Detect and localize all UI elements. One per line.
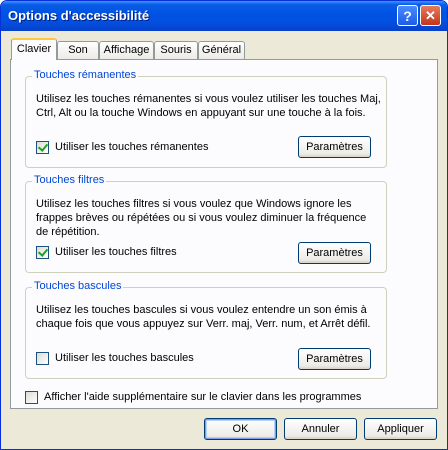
- sticky-keys-settings-button[interactable]: Paramètres: [298, 136, 371, 158]
- accessibility-options-window: Options d'accessibilité ? ✕ Clavier Son …: [0, 0, 448, 450]
- group-description: Utilisez les touches bascules si vous vo…: [36, 304, 371, 330]
- group-title: Touches rémanentes: [32, 69, 139, 81]
- checkbox-box[interactable]: [25, 391, 38, 404]
- checkbox-label[interactable]: Afficher l'aide supplémentaire sur le cl…: [44, 391, 361, 403]
- tab-souris[interactable]: Souris: [154, 41, 198, 59]
- help-icon[interactable]: ?: [397, 5, 418, 26]
- tab-general[interactable]: Général: [198, 41, 245, 59]
- filter-keys-settings-button[interactable]: Paramètres: [298, 242, 371, 264]
- group-sticky-keys: Touches rémanentes Utilisez les touches …: [25, 69, 387, 168]
- group-title: Touches filtres: [32, 174, 107, 186]
- group-description: Utilisez les touches filtres si vous vou…: [36, 198, 367, 238]
- cancel-button[interactable]: Annuler: [284, 418, 357, 440]
- group-description: Utilisez les touches rémanentes si vous …: [36, 93, 381, 119]
- checkbox-box[interactable]: [36, 246, 49, 259]
- apply-button[interactable]: Appliquer: [364, 418, 437, 440]
- checkbox-box[interactable]: [36, 141, 49, 154]
- tab-affichage[interactable]: Affichage: [99, 41, 154, 59]
- ok-button[interactable]: OK: [204, 418, 277, 440]
- group-toggle-keys: Touches bascules Utilisez les touches ba…: [25, 280, 387, 379]
- checkbox-label[interactable]: Utiliser les touches filtres: [55, 246, 177, 258]
- window-title: Options d'accessibilité: [8, 8, 150, 23]
- tab-panel-clavier: Touches rémanentes Utilisez les touches …: [10, 59, 438, 409]
- toggle-keys-settings-button[interactable]: Paramètres: [298, 348, 371, 370]
- tab-son[interactable]: Son: [57, 41, 99, 59]
- checkbox-label[interactable]: Utiliser les touches rémanentes: [55, 141, 208, 153]
- title-bar[interactable]: Options d'accessibilité ? ✕: [1, 1, 447, 31]
- tab-clavier[interactable]: Clavier: [11, 38, 57, 60]
- group-filter-keys: Touches filtres Utilisez les touches fil…: [25, 174, 387, 273]
- group-title: Touches bascules: [32, 280, 124, 292]
- checkbox-label[interactable]: Utiliser les touches bascules: [55, 352, 194, 364]
- close-icon[interactable]: ✕: [420, 5, 441, 26]
- checkbox-box[interactable]: [36, 352, 49, 365]
